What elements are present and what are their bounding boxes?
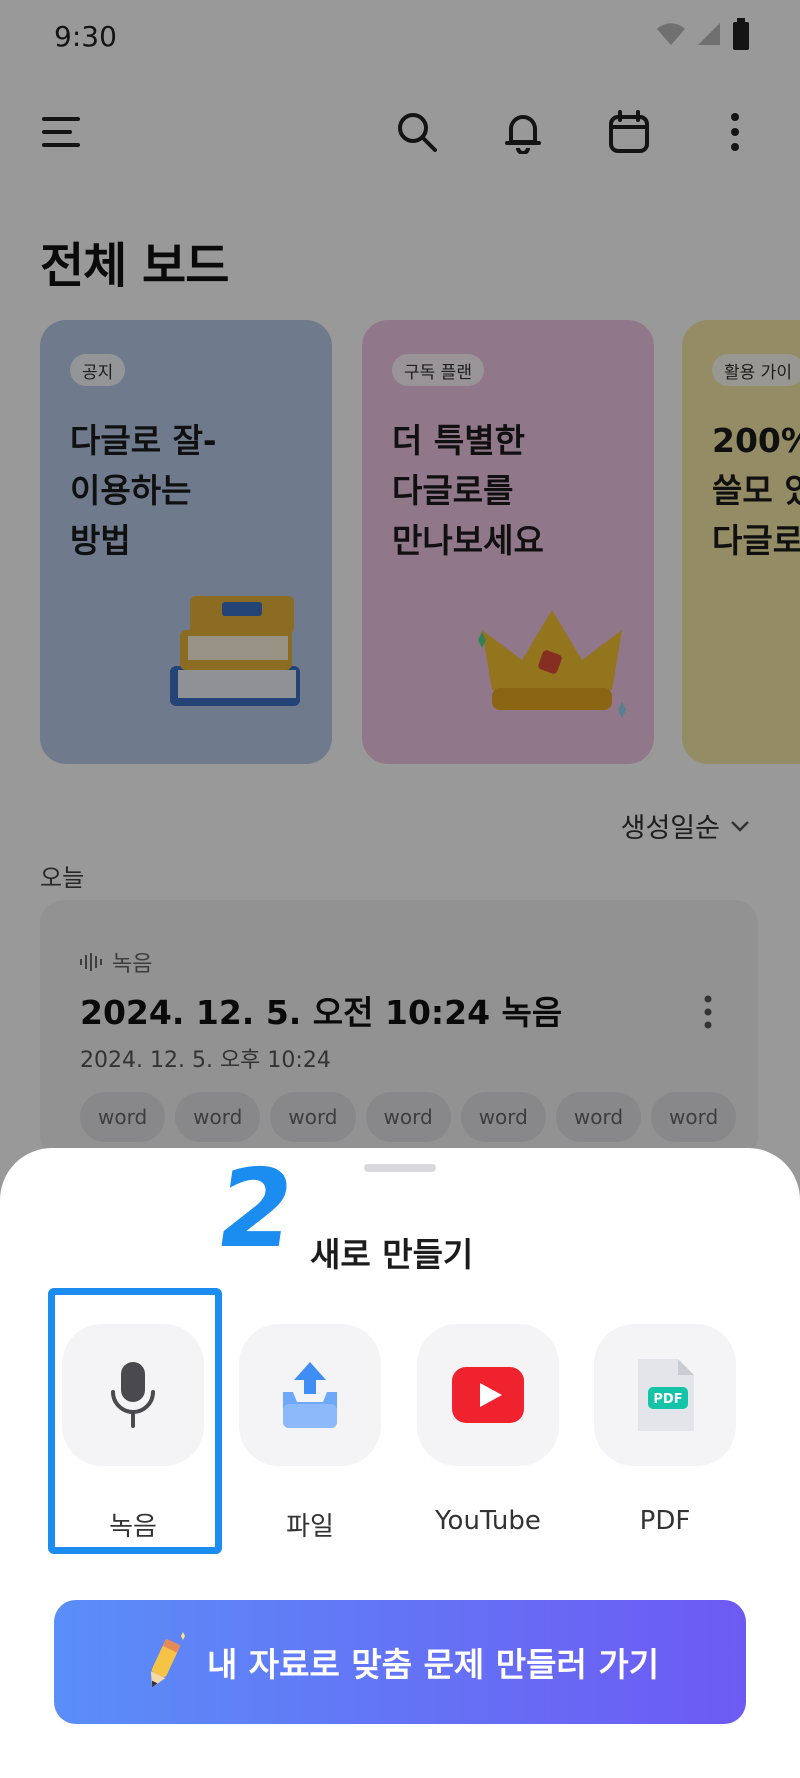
option-tile[interactable] xyxy=(239,1324,381,1466)
option-tile[interactable] xyxy=(417,1324,559,1466)
screen: 9:30 전체 보드 공지 다글로 잘- 이용하는 방법 구독 플랜 더 특별한… xyxy=(0,0,800,1778)
option-label: 파일 xyxy=(286,1512,334,1542)
sheet-drag-handle[interactable] xyxy=(364,1164,436,1172)
annotation-highlight-box xyxy=(48,1288,222,1554)
make-quiz-button[interactable]: 내 자료로 맞춤 문제 만들러 가기 xyxy=(54,1600,746,1724)
annotation-step-number: 2 xyxy=(209,1147,303,1272)
option-label: PDF xyxy=(639,1506,691,1536)
option-youtube[interactable]: YouTube xyxy=(413,1324,563,1536)
option-tile[interactable]: PDF xyxy=(594,1324,736,1466)
pdf-file-icon: PDF xyxy=(638,1359,694,1431)
make-quiz-button-label: 내 자료로 맞춤 문제 만들러 가기 xyxy=(206,1645,660,1684)
sheet-title: 새로 만들기 xyxy=(310,1235,474,1274)
upload-tray-icon xyxy=(283,1362,337,1428)
youtube-play-icon xyxy=(452,1367,524,1423)
pdf-badge-text: PDF xyxy=(653,1392,682,1407)
option-file[interactable]: 파일 xyxy=(235,1324,385,1543)
pencil-icon xyxy=(150,1632,185,1688)
option-label: YouTube xyxy=(435,1506,541,1536)
option-pdf[interactable]: PDF PDF xyxy=(590,1324,740,1536)
